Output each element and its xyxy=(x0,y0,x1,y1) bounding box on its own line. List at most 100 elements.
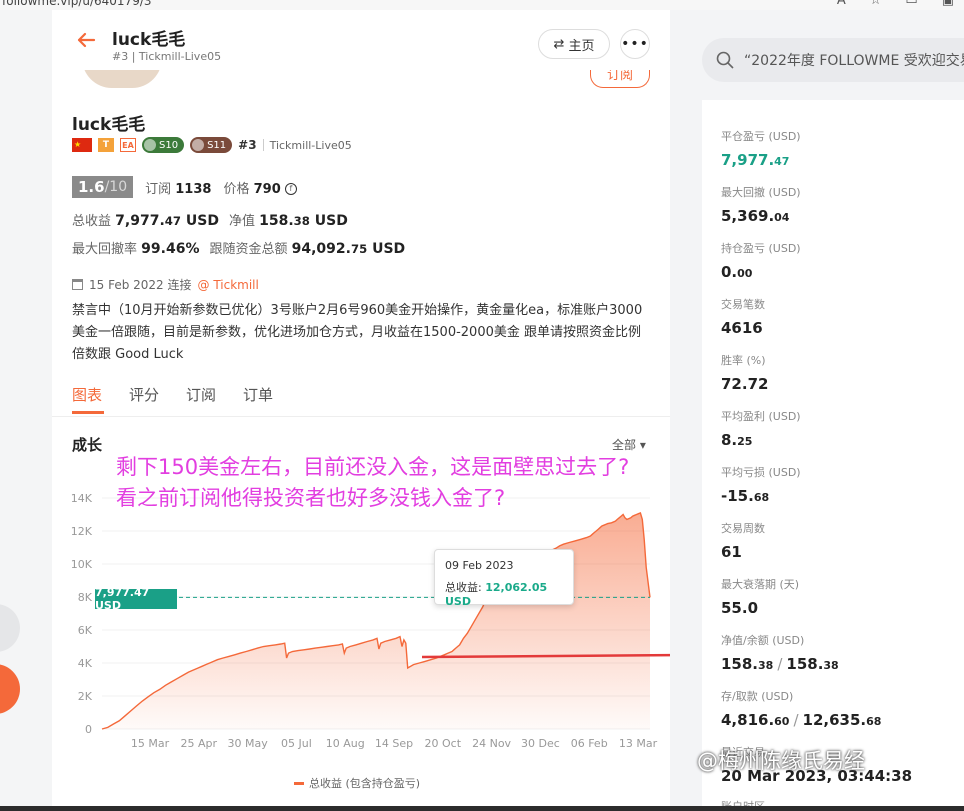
stat-label: 平均亏损 (USD) xyxy=(721,466,801,479)
x-tick-label: 14 Sep xyxy=(375,737,413,750)
floating-button-grey[interactable] xyxy=(0,604,20,652)
stat-int: 4616 xyxy=(721,319,763,337)
stat-int: 12,635. xyxy=(802,711,867,729)
stat-int: 8. xyxy=(721,431,738,449)
stat-label: 持仓盈亏 (USD) xyxy=(721,242,801,255)
stat-value: 55.0 xyxy=(721,599,799,617)
stat-dec: 47 xyxy=(774,155,790,168)
y-tick-label: 4K xyxy=(78,657,93,670)
chart-tooltip: 09 Feb 2023 总收益: 12,062.05 USD xyxy=(434,549,574,608)
stat-win-rate: 胜率 (%) 72.72 xyxy=(721,352,768,393)
stat-label: 交易周数 xyxy=(721,522,765,535)
stat-int: 0. xyxy=(721,263,738,281)
tooltip-label: 总收益: xyxy=(445,581,486,594)
stat-value: 4616 xyxy=(721,319,765,337)
y-tick-label: 0 xyxy=(85,723,92,736)
stat-value: 72.72 xyxy=(721,375,768,393)
stat-label: 存/取款 (USD) xyxy=(721,690,794,703)
pink-annotation: 剩下150美金左右，目前还没入金，这是面壁思过去了? 看之前订阅他得投资者也好多… xyxy=(116,452,629,514)
x-tick-label: 15 Mar xyxy=(131,737,170,750)
annotation-line-1: 剩下150美金左右，目前还没入金，这是面壁思过去了? xyxy=(116,455,630,479)
stat-label: 平均盈利 (USD) xyxy=(721,410,801,423)
stat-value: -15.68 xyxy=(721,487,801,505)
stat-value: 158.38/158.38 xyxy=(721,655,839,673)
stat-int: 158. xyxy=(786,655,824,673)
stat-label: 胜率 (%) xyxy=(721,354,766,367)
stat-trade-weeks: 交易周数 61 xyxy=(721,520,765,561)
stat-dec: 60 xyxy=(774,715,790,728)
y-tick-label: 6K xyxy=(78,624,93,637)
growth-chart: 0 2K 4K 6K 8K 10K 12K 14K 15 Mar 25 Apr 30 May 05 … xyxy=(71,492,670,750)
search-bar[interactable]: “2022年度 FOLLOWME 受欢迎交易 xyxy=(702,38,964,82)
stat-dec: 38 xyxy=(758,659,774,672)
annotation-line-2: 看之前订阅他得投资者也好多没钱入金了? xyxy=(116,486,506,510)
search-icon xyxy=(716,51,734,69)
stat-label: 最大回撤 (USD) xyxy=(721,186,801,199)
favorite-icon[interactable]: ☆ xyxy=(870,0,882,8)
stat-dec: 68 xyxy=(753,491,770,504)
stat-slash: / xyxy=(793,711,799,729)
stat-int: 72.72 xyxy=(721,375,769,393)
stat-dec: 38 xyxy=(823,659,839,672)
growth-area xyxy=(102,512,650,729)
left-sidebar xyxy=(0,10,52,811)
stat-value: 4,816.60/12,635.68 xyxy=(721,711,881,729)
stat-int: 61 xyxy=(721,543,742,561)
stat-closed-pnl: 平仓盈亏 (USD) 7,977.47 xyxy=(721,128,801,169)
chart-legend[interactable]: 总收益 (包含持仓盈亏) xyxy=(294,775,420,791)
stat-avg-profit: 平均盈利 (USD) 8.25 xyxy=(721,408,801,449)
tooltip-date: 09 Feb 2023 xyxy=(445,559,514,572)
stats-panel: 平仓盈亏 (USD) 7,977.47 最大回撤 (USD) 5,369.04 … xyxy=(702,100,964,811)
font-icon[interactable]: A xyxy=(837,0,846,8)
search-input[interactable]: “2022年度 FOLLOWME 受欢迎交易 xyxy=(744,50,964,70)
y-tick-label: 14K xyxy=(71,492,93,505)
stat-label: 最大衰落期 (天) xyxy=(721,578,800,591)
stat-label: 平仓盈亏 (USD) xyxy=(721,130,801,143)
tooltip-row: 总收益: 12,062.05 USD xyxy=(445,579,563,608)
stat-trade-count: 交易笔数 4616 xyxy=(721,296,765,337)
x-tick-label: 10 Aug xyxy=(326,737,365,750)
y-tick-label: 10K xyxy=(71,558,93,571)
stat-value: 0.00 xyxy=(721,263,801,281)
x-tick-label: 25 Apr xyxy=(181,737,218,750)
x-tick-label: 05 Jul xyxy=(281,737,312,750)
stat-value: 61 xyxy=(721,543,765,561)
address-bar[interactable]: followme.vip/u/640179/3 xyxy=(2,0,152,8)
collections-icon[interactable]: ▣ xyxy=(942,0,954,8)
y-tick-label: 2K xyxy=(78,690,93,703)
stat-dec: 68 xyxy=(866,715,882,728)
floating-button-orange[interactable] xyxy=(0,664,20,714)
stat-label: 交易笔数 xyxy=(721,298,765,311)
x-tick-label: 30 May xyxy=(227,737,268,750)
stat-slash: / xyxy=(777,655,783,673)
browser-toolbar: followme.vip/u/640179/3 A ☆ ▭ ▣ xyxy=(0,0,964,10)
legend-label: 总收益 (包含持仓盈亏) xyxy=(309,777,421,790)
stat-equity-balance: 净值/余额 (USD) 158.38/158.38 xyxy=(721,632,839,673)
x-tick-label: 30 Dec xyxy=(521,737,560,750)
y-tick-label: 8K xyxy=(78,591,93,604)
stat-value: 8.25 xyxy=(721,431,801,449)
stat-dec: 25 xyxy=(737,435,753,448)
x-tick-label: 13 Mar xyxy=(619,737,658,750)
stat-int: 5,369. xyxy=(721,207,775,225)
browser-icons: A ☆ ▭ ▣ xyxy=(837,0,954,8)
y-tick-label: 12K xyxy=(71,525,93,538)
stat-avg-loss: 平均亏损 (USD) -15.68 xyxy=(721,464,801,505)
watermark-text: @梅州陈缘氏易经 xyxy=(697,749,865,773)
stat-label: 净值/余额 (USD) xyxy=(721,634,805,647)
legend-swatch xyxy=(294,781,304,785)
stat-int: 4,816. xyxy=(721,711,775,729)
split-icon[interactable]: ▭ xyxy=(905,0,917,8)
stat-value: 7,977.47 xyxy=(721,151,801,169)
stat-dec: 04 xyxy=(774,211,790,224)
stat-dec: 00 xyxy=(737,267,753,280)
stat-int: 7,977. xyxy=(721,151,775,169)
x-tick-label: 20 Oct xyxy=(425,737,462,750)
stat-max-decline-days: 最大衰落期 (天) 55.0 xyxy=(721,576,799,617)
stat-open-pnl: 持仓盈亏 (USD) 0.00 xyxy=(721,240,801,281)
current-value-tag: 7,977.47 USD xyxy=(95,586,177,612)
stat-int: 158. xyxy=(721,655,759,673)
x-tick-label: 06 Feb xyxy=(571,737,608,750)
x-tick-label: 24 Nov xyxy=(472,737,511,750)
stat-deposit-withdraw: 存/取款 (USD) 4,816.60/12,635.68 xyxy=(721,688,881,729)
